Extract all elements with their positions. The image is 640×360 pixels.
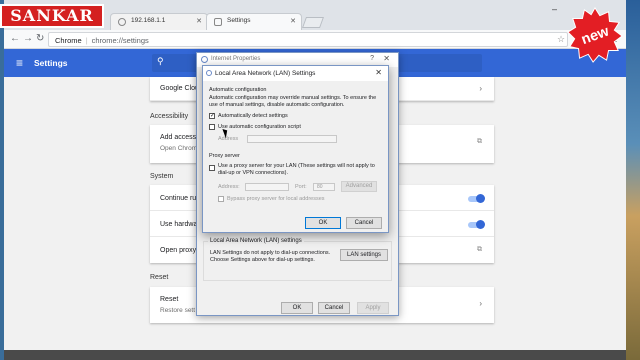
close-icon[interactable]: ✕ <box>375 68 382 77</box>
cancel-button[interactable]: Cancel <box>346 217 382 229</box>
proxy-address-input[interactable] <box>245 183 289 191</box>
auto-config-text: Automatic configuration may override man… <box>209 95 377 108</box>
port-label: Port: <box>295 184 307 190</box>
globe-icon <box>201 56 208 63</box>
row-title: Reset <box>160 296 179 303</box>
ok-button[interactable]: OK <box>305 217 341 229</box>
section-reset: Reset <box>150 274 169 281</box>
advanced-button[interactable]: Advanced <box>341 181 377 192</box>
apply-button[interactable]: Apply <box>357 302 389 314</box>
external-link-icon: ⧉ <box>477 246 482 253</box>
toggle-switch[interactable] <box>468 220 485 229</box>
dialog-title: Internet Properties <box>211 56 261 62</box>
bypass-label: Bypass proxy server for local addresses <box>227 196 325 202</box>
row-title: Open proxy <box>160 247 197 254</box>
close-tab-icon[interactable]: ✕ <box>196 17 202 25</box>
proxy-server-label: Proxy server <box>209 153 240 159</box>
desktop-edge-right <box>626 0 640 360</box>
use-script-label: Use automatic configuration script <box>218 124 301 130</box>
minimize-icon[interactable]: – <box>552 4 557 14</box>
row-subtitle: Restore sett <box>160 307 196 314</box>
port-input[interactable]: 80 <box>313 183 335 191</box>
forward-icon[interactable]: → <box>23 33 33 44</box>
row-title: Add access <box>160 134 197 141</box>
use-proxy-label: Use a proxy server for your LAN (These s… <box>218 163 375 176</box>
auto-config-label: Automatic configuration <box>209 87 267 93</box>
close-tab-icon[interactable]: ✕ <box>290 17 296 25</box>
use-proxy-checkbox[interactable] <box>209 165 215 171</box>
arrow-right-icon: › <box>479 299 482 308</box>
section-accessibility: Accessibility <box>150 113 189 120</box>
row-title: Continue ru <box>160 195 197 202</box>
back-icon[interactable]: ← <box>10 33 20 44</box>
hamburger-menu-icon[interactable]: ≡ <box>16 56 23 70</box>
arrow-right-icon: › <box>479 84 482 93</box>
dialog-title: Local Area Network (LAN) Settings <box>215 70 316 77</box>
group-label: Local Area Network (LAN) settings <box>208 238 304 244</box>
lan-settings-button[interactable]: LAN settings <box>340 249 388 261</box>
bookmark-star-icon[interactable]: ☆ <box>557 34 565 45</box>
globe-icon <box>206 70 212 76</box>
reload-icon[interactable]: ↻ <box>36 33 44 44</box>
new-badge-icon: new <box>567 6 623 63</box>
chrome-scheme-label: Chrome <box>55 36 82 45</box>
row-subtitle: Open Chrom <box>160 145 198 152</box>
bypass-checkbox[interactable] <box>218 196 224 202</box>
gear-icon <box>214 18 222 26</box>
close-icon[interactable]: ✕ <box>383 54 390 63</box>
use-script-checkbox[interactable] <box>209 124 215 130</box>
row-title: Use hardwa <box>160 221 198 228</box>
external-link-icon: ⧉ <box>477 138 482 145</box>
section-system: System <box>150 173 174 180</box>
search-icon: ⚲ <box>157 56 164 66</box>
address-bar[interactable]: Chrome | chrome://settings <box>48 32 568 47</box>
help-icon[interactable]: ? <box>370 55 374 62</box>
row-title: Google Clou <box>160 85 199 92</box>
toolbar: ← → ↻ Chrome|chrome://settings ☆ ⋮ <box>4 30 626 49</box>
proxy-address-label: Address: <box>218 184 240 190</box>
url-path: chrome://settings <box>91 36 149 45</box>
ok-button[interactable]: OK <box>281 302 313 314</box>
script-address-input[interactable] <box>247 135 337 143</box>
lan-settings-dialog: Local Area Network (LAN) Settings ✕ Auto… <box>202 65 389 233</box>
group-text: LAN Settings do not apply to dial-up con… <box>210 250 331 263</box>
dialog-titlebar: Local Area Network (LAN) Settings ✕ <box>203 66 388 81</box>
tab-settings[interactable]: Settings ✕ <box>206 13 302 30</box>
cancel-button[interactable]: Cancel <box>318 302 350 314</box>
page-icon <box>118 18 126 26</box>
auto-detect-checkbox[interactable]: ✓ <box>209 113 215 119</box>
tab-label: 192.168.1.1 <box>131 17 166 24</box>
channel-watermark: SANKAR <box>0 4 104 28</box>
new-tab-button[interactable] <box>301 17 325 28</box>
toggle-switch[interactable] <box>468 194 485 203</box>
auto-detect-label: Automatically detect settings <box>218 113 288 119</box>
page-title: Settings <box>34 58 68 68</box>
tab-label: Settings <box>227 17 251 24</box>
tab-router[interactable]: 192.168.1.1 ✕ <box>110 13 208 30</box>
lan-settings-group: Local Area Network (LAN) settings LAN Se… <box>203 238 392 281</box>
